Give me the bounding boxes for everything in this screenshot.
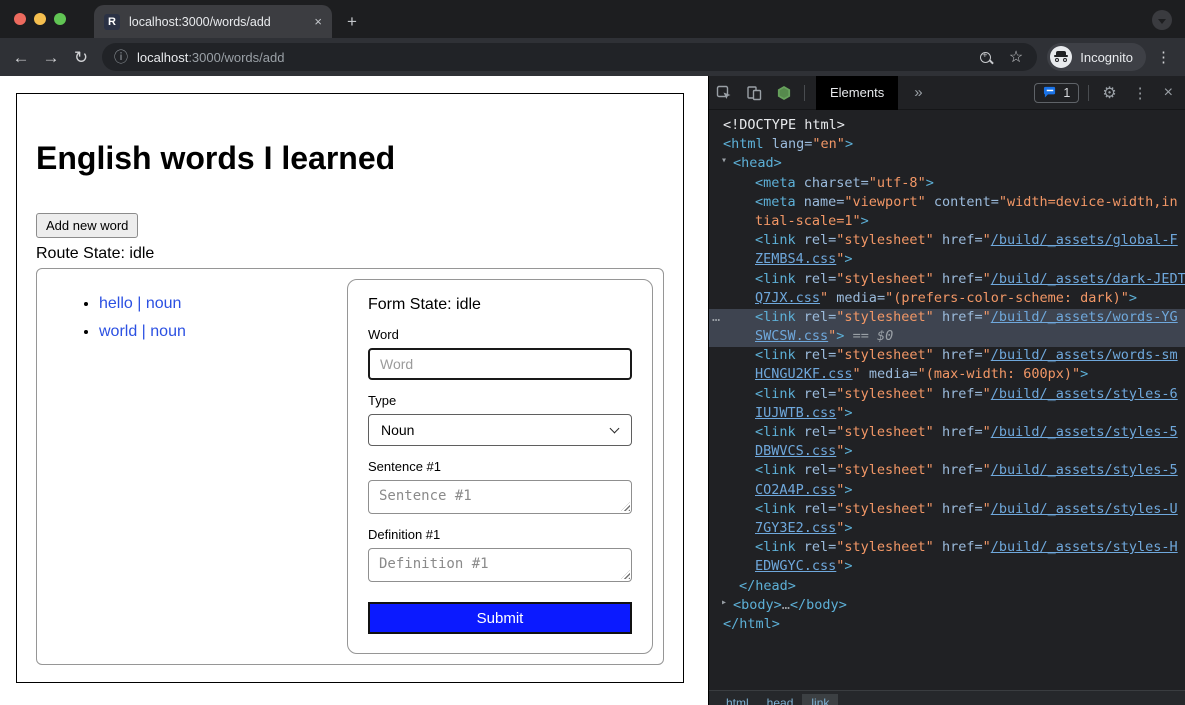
selected-line-gutter-icon: … (712, 309, 720, 325)
tab-close-icon[interactable]: × (314, 14, 322, 29)
devtools-code-line[interactable]: <link rel="stylesheet" href="/build/_ass… (709, 232, 1185, 251)
incognito-label: Incognito (1080, 50, 1133, 65)
incognito-badge: Incognito (1047, 43, 1146, 71)
sentence-label: Sentence #1 (368, 459, 632, 474)
form-state-text: Form State: idle (368, 296, 632, 314)
browser-window: R localhost:3000/words/add × + ← → ↻ ⓘ l… (0, 0, 1185, 705)
page-container: English words I learned Add new word Rou… (16, 93, 684, 683)
divider (1088, 85, 1089, 101)
browser-menu-icon[interactable]: ⋮ (1156, 48, 1171, 66)
incognito-icon (1050, 46, 1072, 68)
devtools-code-line[interactable]: </html> (709, 616, 1185, 635)
back-button[interactable]: ← (6, 49, 36, 66)
breadcrumb-item[interactable]: head (758, 694, 803, 705)
devtools-code-line[interactable]: <link rel="stylesheet" href="/build/_ass… (709, 347, 1185, 366)
chevron-down-icon (610, 424, 620, 434)
devtools-menu-icon[interactable]: ⋮ (1133, 84, 1148, 102)
settings-gear-icon[interactable]: ⚙ (1102, 83, 1116, 103)
reload-button[interactable]: ↻ (66, 49, 96, 66)
devtools-code-line[interactable]: SWCSW.css"> == $0 (709, 328, 1185, 347)
issues-counter[interactable]: 1 (1034, 83, 1079, 103)
devtools-code-line[interactable]: Q7JX.css" media="(prefers-color-scheme: … (709, 290, 1185, 309)
devtools-code-line[interactable]: tial-scale=1"> (709, 213, 1185, 232)
tab-title: localhost:3000/words/add (129, 15, 308, 29)
type-select[interactable]: Noun (368, 414, 632, 446)
chevron-down-icon (1158, 19, 1166, 24)
devtools-code-line[interactable]: CO2A4P.css"> (709, 482, 1185, 501)
devtools-code-line[interactable]: <link rel="stylesheet" href="/build/_ass… (709, 501, 1185, 520)
devtools-close-icon[interactable]: × (1164, 84, 1173, 102)
devtools-code-line[interactable]: <link rel="stylesheet" href="/build/_ass… (709, 386, 1185, 405)
devtools-code-line[interactable]: ▸<body>…</body> (709, 597, 1185, 616)
words-panel: hello | noun world | noun Form State: idl… (36, 268, 664, 665)
close-window-button[interactable] (14, 13, 26, 25)
minimize-window-button[interactable] (34, 13, 46, 25)
web-page: English words I learned Add new word Rou… (0, 76, 708, 705)
tab-elements[interactable]: Elements (816, 76, 898, 110)
devtools-code-line[interactable]: HCNGU2KF.css" media="(max-width: 600px)"… (709, 366, 1185, 385)
devtools-code-line[interactable]: <link rel="stylesheet" href="/build/_ass… (709, 424, 1185, 443)
word-link[interactable]: world | noun (99, 323, 186, 340)
devtools-code-line[interactable]: <link rel="stylesheet" href="/build/_ass… (709, 462, 1185, 481)
route-state-text: Route State: idle (36, 245, 664, 263)
add-word-form: Form State: idle Word Type Noun Sentence… (347, 279, 653, 654)
devtools-code-line[interactable]: </head> (709, 578, 1185, 597)
remix-favicon-icon: R (104, 14, 120, 30)
elements-tree: <!DOCTYPE html><html lang="en">▾<head><m… (709, 110, 1185, 690)
devtools-toolbar: Elements » 1 ⚙ ⋮ × (709, 76, 1185, 110)
issues-count: 1 (1063, 86, 1070, 100)
green-hexagon-extension-icon[interactable] (776, 85, 792, 101)
tab-search-button[interactable] (1152, 10, 1172, 30)
url-text: localhost:3000/words/add (137, 50, 980, 65)
submit-button[interactable]: Submit (368, 602, 632, 634)
site-info-icon[interactable]: ⓘ (114, 47, 128, 67)
tab-strip: R localhost:3000/words/add × + (0, 0, 1185, 38)
devtools-code-line[interactable]: <meta name="viewport" content="width=dev… (709, 194, 1185, 213)
devtools-code-line[interactable]: DBWVCS.css"> (709, 443, 1185, 462)
breadcrumb-item[interactable]: html (717, 694, 758, 705)
word-input[interactable] (368, 348, 632, 380)
devtools-code-line[interactable]: <html lang="en"> (709, 136, 1185, 155)
definition-textarea[interactable] (368, 548, 632, 582)
type-label: Type (368, 393, 632, 408)
devtools-breadcrumb-bar: htmlheadlink (709, 690, 1185, 705)
disclosure-triangle-icon[interactable]: ▸ (721, 597, 727, 608)
definition-label: Definition #1 (368, 527, 632, 542)
bookmark-star-icon[interactable]: ☆ (1009, 47, 1023, 67)
devtools-code-line[interactable]: <!DOCTYPE html> (709, 117, 1185, 136)
devtools-code-line[interactable]: ZEMBS4.css"> (709, 251, 1185, 270)
window-controls (14, 13, 66, 25)
devtools-code-line[interactable]: <link rel="stylesheet" href="/build/_ass… (709, 271, 1185, 290)
page-title: English words I learned (36, 140, 664, 177)
browser-toolbar: ← → ↻ ⓘ localhost:3000/words/add ☆ Incog… (0, 38, 1185, 76)
maximize-window-button[interactable] (54, 13, 66, 25)
word-label: Word (368, 327, 632, 342)
sentence-textarea[interactable] (368, 480, 632, 514)
zoom-level-icon[interactable] (980, 52, 991, 63)
new-tab-button[interactable]: + (347, 13, 357, 30)
device-toolbar-icon[interactable] (746, 85, 762, 101)
more-tabs-icon[interactable]: » (914, 84, 922, 101)
disclosure-triangle-icon[interactable]: ▾ (721, 155, 727, 166)
forward-button[interactable]: → (36, 49, 66, 66)
devtools-code-line[interactable]: <meta charset="utf-8"> (709, 175, 1185, 194)
word-link[interactable]: hello | noun (99, 295, 181, 312)
breadcrumb-item[interactable]: link (802, 694, 838, 705)
inspect-element-icon[interactable] (716, 85, 732, 101)
devtools-code-line[interactable]: 7GY3E2.css"> (709, 520, 1185, 539)
devtools-code-line[interactable]: <link rel="stylesheet" href="/build/_ass… (709, 539, 1185, 558)
devtools-code-line[interactable]: ▾<head> (709, 155, 1185, 174)
divider (804, 85, 805, 101)
devtools-code-line[interactable]: …<link rel="stylesheet" href="/build/_as… (709, 309, 1185, 328)
devtools-panel: Elements » 1 ⚙ ⋮ × <!DOCTYPE html><html … (708, 76, 1185, 705)
add-new-word-button[interactable]: Add new word (36, 213, 138, 238)
browser-tab[interactable]: R localhost:3000/words/add × (94, 5, 332, 38)
type-select-value: Noun (381, 422, 414, 438)
devtools-code-line[interactable]: EDWGYC.css"> (709, 558, 1185, 577)
url-bar[interactable]: ⓘ localhost:3000/words/add ☆ (102, 43, 1037, 71)
devtools-code-line[interactable]: IUJWTB.css"> (709, 405, 1185, 424)
issue-bubble-icon (1043, 86, 1057, 99)
